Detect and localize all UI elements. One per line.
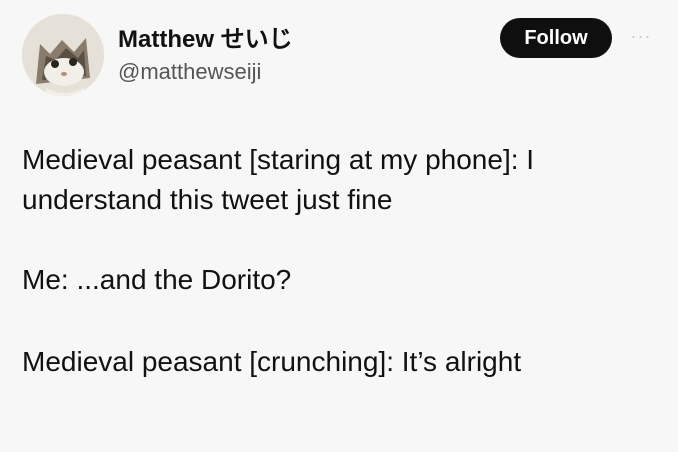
tweet-paragraph: Medieval peasant [staring at my phone]: … (22, 144, 535, 215)
cat-avatar-icon[interactable] (22, 14, 104, 96)
tweet-body: Medieval peasant [staring at my phone]: … (22, 140, 652, 382)
tweet-paragraph: Me: ...and the Dorito? (22, 264, 292, 295)
tweet-card: Matthew せいじ @matthewseiji Follow ··· Med… (0, 0, 678, 452)
more-options-icon[interactable]: ··· (626, 26, 656, 46)
author-names: Matthew せいじ @matthewseiji (118, 26, 293, 86)
tweet-paragraph: Medieval peasant [crunching]: It’s alrig… (22, 346, 522, 377)
tweet-header: Matthew せいじ @matthewseiji Follow ··· (22, 14, 662, 98)
display-name[interactable]: Matthew せいじ (118, 26, 293, 54)
follow-button[interactable]: Follow (500, 18, 612, 58)
user-handle[interactable]: @matthewseiji (118, 58, 293, 86)
